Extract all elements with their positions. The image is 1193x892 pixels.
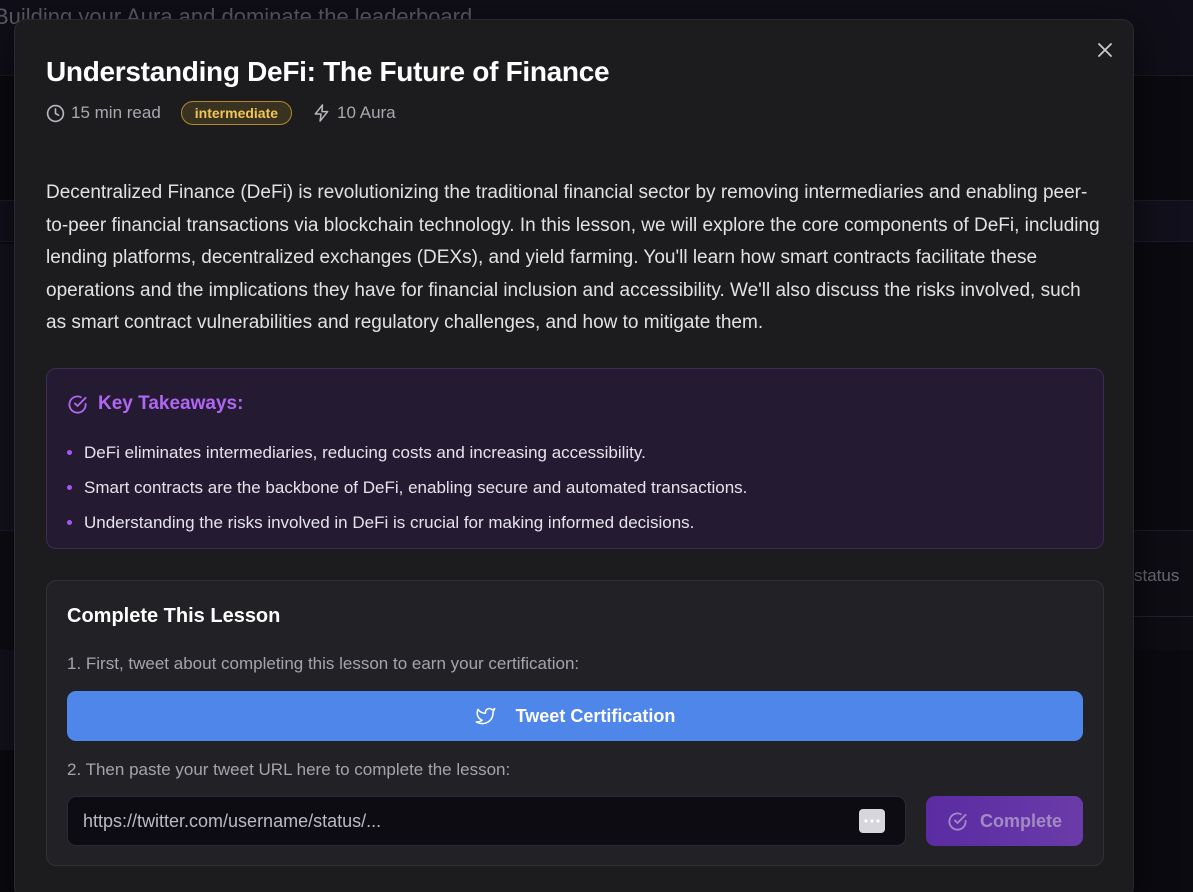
close-icon	[1098, 43, 1112, 57]
background-status-label: status	[1134, 566, 1180, 585]
takeaway-text: Understanding the risks involved in DeFi…	[84, 512, 695, 532]
bullet-icon	[67, 485, 72, 490]
complete-lesson-heading: Complete This Lesson	[67, 605, 281, 627]
read-time-label: 15 min read	[71, 103, 161, 122]
password-manager-icon[interactable]	[859, 809, 885, 833]
bolt-icon	[314, 104, 329, 122]
check-circle-icon	[68, 395, 87, 413]
lesson-description: Decentralized Finance (DeFi) is revoluti…	[46, 182, 1100, 334]
tweet-certification-button[interactable]: Tweet Certification	[67, 691, 1083, 741]
list-item: Smart contracts are the backbone of DeFi…	[67, 470, 747, 505]
complete-lesson-panel: Complete This Lesson 1. First, tweet abo…	[46, 580, 1104, 866]
lesson-modal: Understanding DeFi: The Future of Financ…	[14, 19, 1134, 892]
complete-button-label: Complete	[979, 810, 1062, 831]
list-item: DeFi eliminates intermediaries, reducing…	[67, 435, 747, 470]
lesson-title: Understanding DeFi: The Future of Financ…	[46, 56, 610, 87]
read-time: 15 min read	[46, 103, 161, 123]
background-divider	[1133, 616, 1193, 617]
takeaway-list: DeFi eliminates intermediaries, reducing…	[67, 435, 747, 540]
close-button[interactable]	[1095, 40, 1115, 60]
aura-reward: 10 Aura	[312, 103, 396, 123]
tweet-certification-label: Tweet Certification	[515, 705, 676, 726]
background-left-panel	[0, 244, 14, 750]
bullet-icon	[67, 450, 72, 455]
key-takeaways-title: Key Takeaways:	[98, 393, 244, 414]
list-item: Understanding the risks involved in DeFi…	[67, 505, 747, 540]
step-one-instruction: 1. First, tweet about completing this le…	[67, 654, 580, 673]
key-takeaways: Key Takeaways: DeFi eliminates intermedi…	[46, 368, 1104, 549]
check-circle-icon	[948, 812, 967, 830]
takeaway-text: DeFi eliminates intermediaries, reducing…	[84, 442, 646, 462]
dots-icon	[864, 819, 880, 823]
twitter-icon	[475, 707, 496, 725]
bullet-icon	[67, 520, 72, 525]
clock-icon	[46, 104, 65, 122]
lesson-meta: 15 min read intermediate 10 Aura	[46, 99, 396, 127]
tweet-url-field	[67, 796, 906, 846]
key-takeaways-heading: Key Takeaways:	[67, 393, 243, 415]
takeaway-text: Smart contracts are the backbone of DeFi…	[84, 477, 748, 497]
aura-reward-label: 10 Aura	[337, 103, 396, 122]
difficulty-badge: intermediate	[180, 101, 293, 125]
complete-button[interactable]: Complete	[926, 796, 1083, 846]
tweet-url-input[interactable]	[68, 797, 848, 845]
step-two-instruction: 2. Then paste your tweet URL here to com…	[67, 760, 511, 779]
